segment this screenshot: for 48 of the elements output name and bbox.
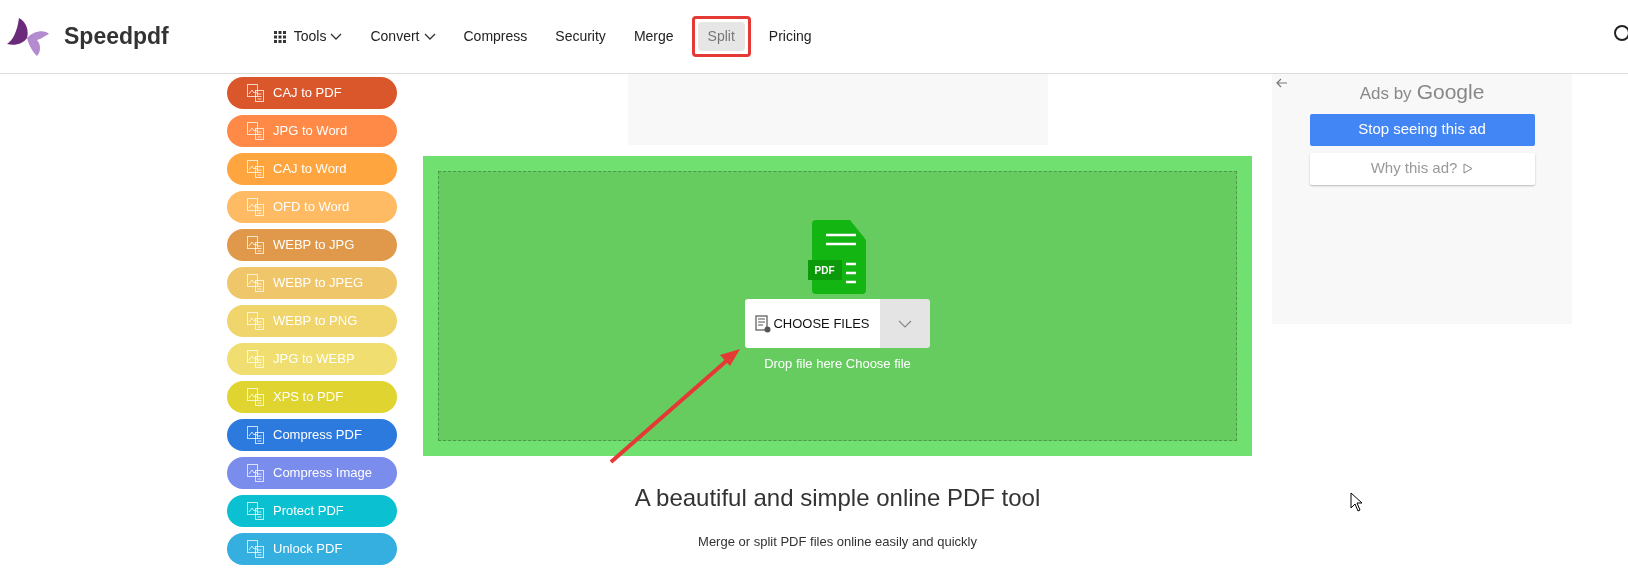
stop-ad-button[interactable]: Stop seeing this ad: [1309, 113, 1535, 146]
ads-label: Ads by: [1359, 83, 1412, 105]
nav-link[interactable]: Split: [697, 22, 745, 51]
butterfly-logo-icon: [5, 15, 49, 58]
document-image-icon: [246, 349, 266, 369]
play-icon: [1463, 163, 1474, 174]
tool-link[interactable]: Compress Image: [227, 457, 397, 489]
document-image-icon: [246, 83, 266, 103]
document-image-icon: [246, 463, 266, 483]
tool-link[interactable]: CAJ to PDF: [227, 77, 397, 109]
nav-link[interactable]: Compress: [453, 22, 538, 51]
grid-icon: [273, 30, 286, 43]
drop-zone[interactable]: PDF CHOOSE FILES Drop file here Choose file: [438, 171, 1237, 441]
document-image-icon: [246, 273, 266, 293]
choose-files-button[interactable]: CHOOSE FILES: [745, 299, 880, 348]
nav-link[interactable]: Pricing: [758, 22, 822, 51]
document-image-icon: [246, 121, 266, 141]
document-image-icon: [246, 501, 266, 521]
brand-name: Speedpdf: [64, 22, 169, 52]
chevron-down-icon: [897, 319, 912, 328]
brand-wordmark: Google: [1416, 79, 1485, 105]
document-image-icon: [246, 387, 266, 407]
document-image-icon: [246, 539, 266, 559]
tool-link[interactable]: Unlock PDF: [227, 533, 397, 565]
tool-link[interactable]: CAJ to Word: [227, 153, 397, 185]
chevron-down-icon: [423, 32, 436, 41]
document-add-icon: [755, 314, 772, 333]
tool-link[interactable]: Protect PDF: [227, 495, 397, 527]
back-arrow-icon[interactable]: [1276, 78, 1288, 88]
page-subtitle: Merge or split PDF files online easily and quickly: [698, 533, 977, 551]
nav-link[interactable]: Security: [545, 22, 616, 51]
document-image-icon: [246, 159, 266, 179]
drop-hint: Drop file here Choose file: [764, 355, 911, 373]
mouse-cursor-icon: [1350, 492, 1363, 512]
nav-link[interactable]: Convert: [360, 22, 446, 51]
why-ad-button[interactable]: Why this ad?: [1309, 152, 1535, 185]
document-image-icon: [246, 311, 266, 331]
nav-link[interactable]: Merge: [623, 22, 684, 51]
tool-link[interactable]: WEBP to JPG: [227, 229, 397, 261]
document-image-icon: [246, 197, 266, 217]
nav-link[interactable]: Tools: [263, 22, 353, 51]
document-image-icon: [246, 425, 266, 445]
chevron-down-icon: [330, 32, 343, 41]
tool-link[interactable]: Compress PDF: [227, 419, 397, 451]
tool-link[interactable]: JPG to Word: [227, 115, 397, 147]
search-icon[interactable]: [1612, 24, 1628, 44]
document-image-icon: [246, 235, 266, 255]
page-heading: A beautiful and simple online PDF tool: [634, 483, 1041, 513]
